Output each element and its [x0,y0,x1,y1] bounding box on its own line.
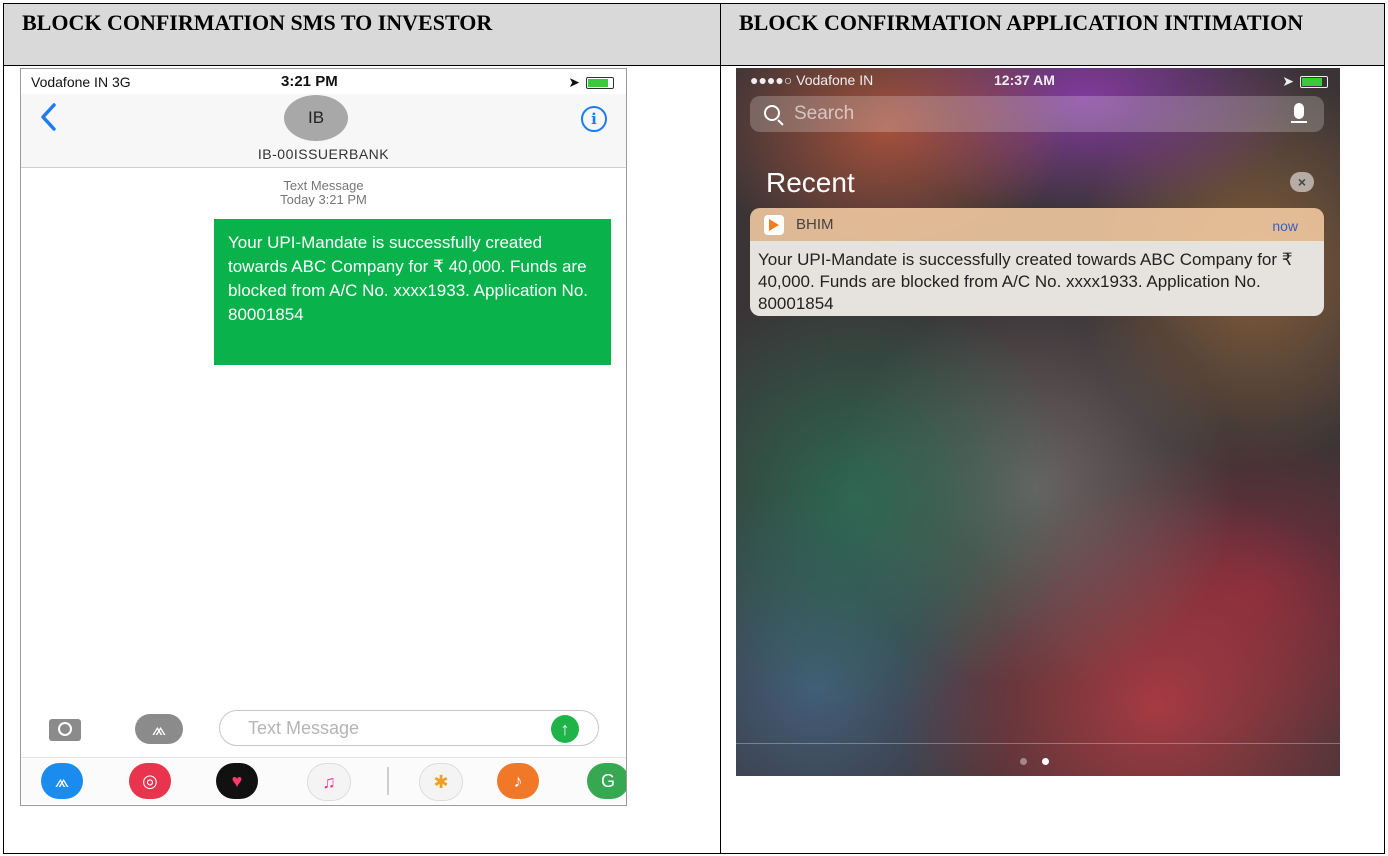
contact-name[interactable]: IB-00ISSUERBANK [21,146,626,162]
app-name: BHIM [796,216,834,233]
notification-screenshot: ●●●●○ Vodafone IN 12:37 AM ➤ Search Rece… [736,68,1340,776]
info-icon[interactable]: i [581,106,607,132]
status-time: 12:37 AM [994,72,1055,88]
close-icon[interactable]: × [1290,172,1314,192]
sms-screenshot: Vodafone IN 3G 3:21 PM ➤ IB IB-00ISSUERB… [20,68,627,806]
notification-header: BHIM now [750,208,1324,241]
notification-card[interactable]: BHIM now Your UPI-Mandate is successfull… [750,208,1324,316]
status-bar: ●●●●○ Vodafone IN 12:37 AM ➤ [736,70,1340,90]
camera-icon[interactable] [49,719,81,741]
notification-time: now [1272,218,1298,234]
table-column-divider [720,3,721,854]
message-bubble[interactable]: Your UPI-Mandate is successfully created… [214,219,611,365]
send-arrow-icon[interactable]: ↑ [551,715,579,743]
status-time: 3:21 PM [281,73,338,90]
page-indicator-dot-active [1042,758,1049,765]
battery-icon [1300,75,1328,88]
location-icon: ➤ [568,74,580,90]
search-placeholder: Search [794,103,855,124]
section-title: Recent [766,167,855,198]
dock-divider [736,743,1340,744]
imessage-app-tray: ⩕ ◎ ♥ ♫ ✱ ♪ G [21,757,626,804]
message-composer: ⩕ Text Message ↑ [21,706,626,752]
table-border-bottom [3,853,1385,854]
bhim-icon [764,215,784,235]
search-bar[interactable]: Search [750,96,1324,132]
message-timestamp: Today 3:21 PM [280,192,367,207]
notification-body: Your UPI-Mandate is successfully created… [750,241,1324,316]
tray-separator [387,767,389,795]
header-left: BLOCK CONFIRMATION SMS TO INVESTOR [4,4,720,65]
carrier-label: ●●●●○ Vodafone IN [750,72,874,88]
table-border-left [3,3,4,854]
status-bar: Vodafone IN 3G 3:21 PM ➤ [21,72,626,94]
avatar[interactable]: IB [284,95,348,141]
message-input[interactable]: Text Message [219,710,599,746]
carrier-label: Vodafone IN 3G [31,74,131,90]
battery-icon [586,76,614,89]
message-type-label: Text Message [283,178,364,193]
chevron-left-icon[interactable] [37,102,61,132]
app-store-tray-icon[interactable]: ⩕ [41,763,83,799]
music-tray-icon[interactable]: ♫ [307,763,351,801]
page-indicator-dot [1020,758,1027,765]
garageband-tray-icon[interactable]: ♪ [497,763,539,799]
web-search-tray-icon[interactable]: ◎ [129,763,171,799]
conversation-header: IB IB-00ISSUERBANK i [21,94,626,168]
message-meta: Text Message Today 3:21 PM [21,179,626,207]
photos-tray-icon[interactable]: ✱ [419,763,463,801]
status-indicators: ➤ [568,74,614,91]
table-border-right [1384,3,1385,854]
location-icon: ➤ [1282,73,1294,89]
header-right: BLOCK CONFIRMATION APPLICATION INTIMATIO… [721,4,1384,65]
digital-touch-tray-icon[interactable]: ♥ [216,763,258,799]
maps-tray-icon[interactable]: G [587,763,626,799]
app-store-icon[interactable]: ⩕ [135,714,183,744]
search-icon [764,105,780,121]
microphone-icon[interactable] [1291,103,1307,123]
table-header-divider [3,65,1385,66]
status-indicators: ➤ [1282,73,1328,90]
